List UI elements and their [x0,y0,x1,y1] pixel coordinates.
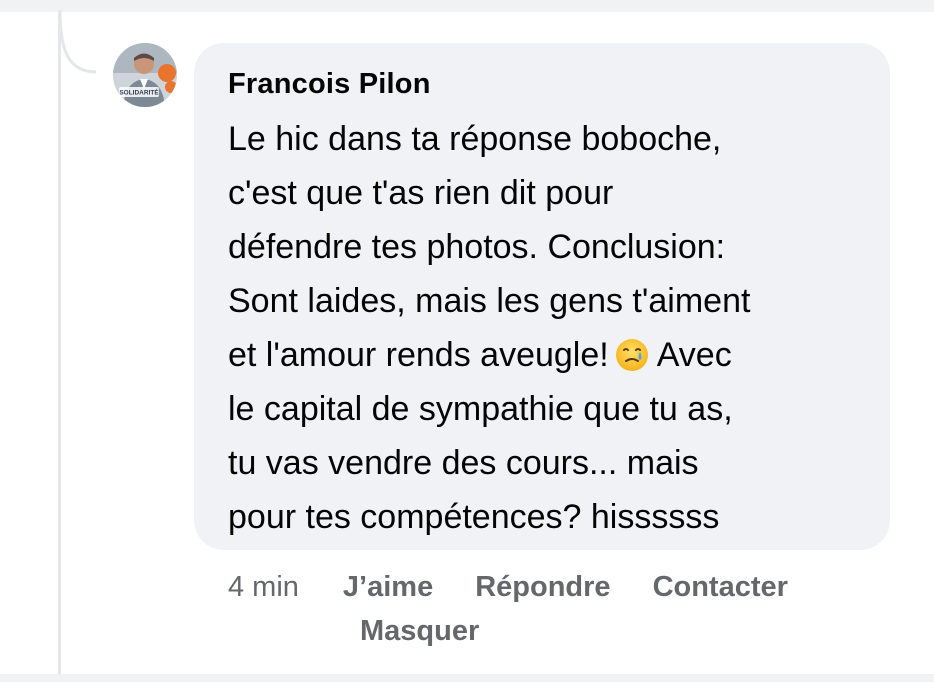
comment-author[interactable]: Francois Pilon [228,68,431,101]
profile-photo-avatar-icon: SOLIDARITÉ [113,43,177,107]
svg-text:SOLIDARITÉ: SOLIDARITÉ [119,88,159,97]
comment-line-segment: Avec [656,336,732,374]
comment-timestamp[interactable]: 4 min [228,571,299,603]
like-button[interactable]: J’aime [343,571,433,603]
comment-line: Sont laides, mais les gens t'aiment [228,282,751,320]
actions-row-1: 4 min J’aime Répondre Contacter [228,565,788,609]
crying-smile-emoji-icon [615,339,648,371]
comment-screen: SOLIDARITÉ Francois Pilon Le hic dans ta… [0,0,934,682]
contact-button[interactable]: Contacter [653,571,788,603]
top-divider [0,0,934,12]
bottom-divider [0,674,934,682]
comment-line: Le hic dans ta réponse boboche, [228,120,722,158]
comment-line: tu vas vendre des cours... mais [228,444,699,482]
reply-button[interactable]: Répondre [475,571,610,603]
comment-line: c'est que t'as rien dit pour [228,174,614,212]
comment-line: le capital de sympathie que tu as, [228,390,733,428]
comment-actions: 4 min J’aime Répondre Contacter Masquer [228,565,788,653]
thread-connector [58,10,97,74]
comment-line-with-emoji: et l'amour rends aveugle! Avec [228,328,878,382]
hide-button[interactable]: Masquer [360,615,479,647]
comment-line: défendre tes photos. Conclusion: [228,228,726,266]
actions-row-2: Masquer [228,609,788,653]
avatar[interactable]: SOLIDARITÉ [113,43,177,107]
thread-line [58,14,61,674]
comment-line-segment: et l'amour rends aveugle! [228,336,609,374]
comment-line: pour tes compétences? hissssss [228,498,720,536]
comment-text: Le hic dans ta réponse boboche, c'est qu… [228,112,878,544]
